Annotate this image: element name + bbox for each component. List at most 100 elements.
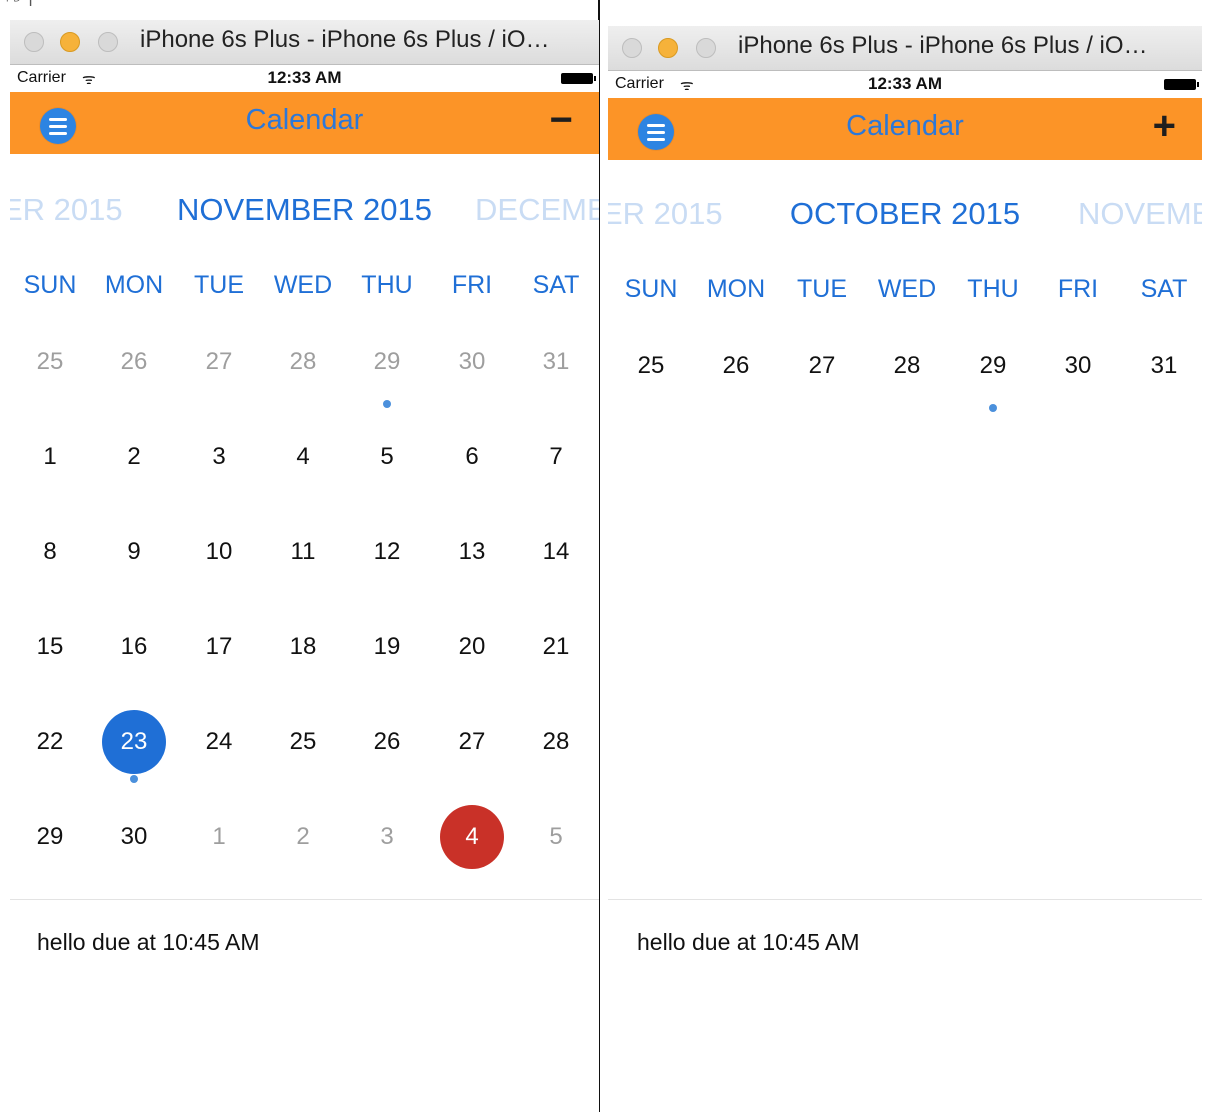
status-bar: Carrier ᯤ 12:33 AM <box>608 71 1202 97</box>
nav-bar: Calendar − <box>10 92 599 154</box>
calendar-day[interactable]: 3 <box>184 422 254 492</box>
calendar-day[interactable]: 25 <box>616 331 686 401</box>
calendar-day[interactable]: 27 <box>437 707 507 777</box>
calendar-day[interactable]: 27 <box>184 327 254 397</box>
day-number: 28 <box>289 348 317 375</box>
day-number: 16 <box>120 633 148 660</box>
calendar-day[interactable]: 3 <box>352 802 422 872</box>
day-number: 1 <box>43 443 57 470</box>
calendar-day[interactable]: 25 <box>268 707 338 777</box>
day-number: 30 <box>458 348 486 375</box>
weekday-label: FRI <box>1057 275 1099 303</box>
calendar-day[interactable]: 20 <box>437 612 507 682</box>
calendar-day[interactable]: 28 <box>521 707 591 777</box>
calendar-day[interactable]: 30 <box>99 802 169 872</box>
calendar-day[interactable]: 22 <box>15 707 85 777</box>
next-month-label[interactable]: DECEMBER 2015 <box>475 192 599 228</box>
window-title: iPhone 6s Plus - iPhone 6s Plus / iO… <box>738 32 1148 59</box>
calendar-day[interactable]: 29 <box>352 327 422 408</box>
calendar-day[interactable]: 5 <box>352 422 422 492</box>
calendar-day[interactable]: 16 <box>99 612 169 682</box>
calendar-day[interactable]: 6 <box>437 422 507 492</box>
separator <box>608 899 1202 900</box>
calendar-day[interactable]: 29 <box>15 802 85 872</box>
day-number: 28 <box>893 352 921 379</box>
weekday-label: TUE <box>797 275 847 303</box>
day-number: 17 <box>205 633 233 660</box>
event-item[interactable]: hello due at 10:45 AM <box>637 929 860 956</box>
calendar-day[interactable]: 26 <box>352 707 422 777</box>
next-month-label[interactable]: NOVEMBER 2015 <box>1078 196 1202 232</box>
calendar-day[interactable]: 24 <box>184 707 254 777</box>
weekday-label: WED <box>273 271 333 299</box>
calendar-day[interactable]: 10 <box>184 517 254 587</box>
day-number: 12 <box>373 538 401 565</box>
calendar-day[interactable]: 17 <box>184 612 254 682</box>
day-number: 20 <box>458 633 486 660</box>
calendar-day[interactable]: 7 <box>521 422 591 492</box>
close-window-button[interactable] <box>24 32 44 52</box>
expand-calendar-button[interactable]: + <box>1153 104 1176 149</box>
calendar-day[interactable]: 26 <box>99 327 169 397</box>
calendar-day[interactable]: 15 <box>15 612 85 682</box>
calendar-day[interactable]: 1 <box>184 802 254 872</box>
calendar-day[interactable]: 8 <box>15 517 85 587</box>
window-title: iPhone 6s Plus - iPhone 6s Plus / iO… <box>140 26 550 53</box>
calendar-day[interactable]: 18 <box>268 612 338 682</box>
weekday-label: SAT <box>532 271 580 299</box>
nav-title: Calendar <box>846 110 964 142</box>
calendar-day-selected[interactable]: 4 <box>437 802 507 872</box>
calendar-day[interactable]: 13 <box>437 517 507 587</box>
status-time: 12:33 AM <box>267 68 342 87</box>
calendar-day[interactable]: 31 <box>1129 331 1199 401</box>
zoom-window-button[interactable] <box>696 38 716 58</box>
calendar-day[interactable]: 29 <box>958 331 1028 412</box>
day-number: 7 <box>549 443 563 470</box>
day-number: 3 <box>380 823 394 850</box>
calendar-day[interactable]: 12 <box>352 517 422 587</box>
weekday-label: MON <box>104 271 164 299</box>
day-number: 11 <box>290 538 316 565</box>
calendar-day[interactable]: 30 <box>1043 331 1113 401</box>
calendar-day[interactable]: 30 <box>437 327 507 397</box>
calendar-day[interactable]: 31 <box>521 327 591 397</box>
calendar-day[interactable]: 4 <box>268 422 338 492</box>
calendar-day[interactable]: 28 <box>872 331 942 401</box>
month-strip[interactable]: ER 2015 OCTOBER 2015 NOVEMBER 2015 <box>608 196 1202 240</box>
weekday-label: SAT <box>1140 275 1188 303</box>
window-titlebar[interactable]: iPhone 6s Plus - iPhone 6s Plus / iO… <box>10 20 599 65</box>
day-number: 2 <box>296 823 310 850</box>
calendar-day[interactable]: 28 <box>268 327 338 397</box>
calendar-day[interactable]: 26 <box>701 331 771 401</box>
close-window-button[interactable] <box>622 38 642 58</box>
calendar-day[interactable]: 25 <box>15 327 85 397</box>
calendar-day[interactable]: 2 <box>268 802 338 872</box>
minimize-window-button[interactable] <box>658 38 678 58</box>
day-number: 25 <box>289 728 317 755</box>
window-titlebar[interactable]: iPhone 6s Plus - iPhone 6s Plus / iO… <box>608 26 1202 71</box>
zoom-window-button[interactable] <box>98 32 118 52</box>
event-item[interactable]: hello due at 10:45 AM <box>37 929 260 956</box>
battery-icon <box>1164 79 1199 90</box>
calendar-day[interactable]: 14 <box>521 517 591 587</box>
collapse-calendar-button[interactable]: − <box>550 98 573 143</box>
calendar-day[interactable]: 19 <box>352 612 422 682</box>
calendar-day[interactable]: 5 <box>521 802 591 872</box>
minimize-window-button[interactable] <box>60 32 80 52</box>
day-number: 28 <box>542 728 570 755</box>
status-bar: Carrier ᯤ 12:33 AM <box>10 65 599 91</box>
calendar-day-today[interactable]: 23 <box>99 707 169 783</box>
month-strip[interactable]: ER 2015 NOVEMBER 2015 DECEMBER 2015 <box>10 192 599 236</box>
weekday-label: FRI <box>451 271 493 299</box>
calendar-day[interactable]: 21 <box>521 612 591 682</box>
nav-title: Calendar <box>245 104 364 136</box>
day-number: 26 <box>120 348 148 375</box>
day-number: 3 <box>212 443 226 470</box>
calendar-day[interactable]: 27 <box>787 331 857 401</box>
calendar-day[interactable]: 1 <box>15 422 85 492</box>
calendar-day[interactable]: 9 <box>99 517 169 587</box>
calendar-day[interactable]: 2 <box>99 422 169 492</box>
day-number: 4 <box>440 805 504 869</box>
calendar-day[interactable]: 11 <box>268 517 338 587</box>
day-number: 30 <box>1064 352 1092 379</box>
